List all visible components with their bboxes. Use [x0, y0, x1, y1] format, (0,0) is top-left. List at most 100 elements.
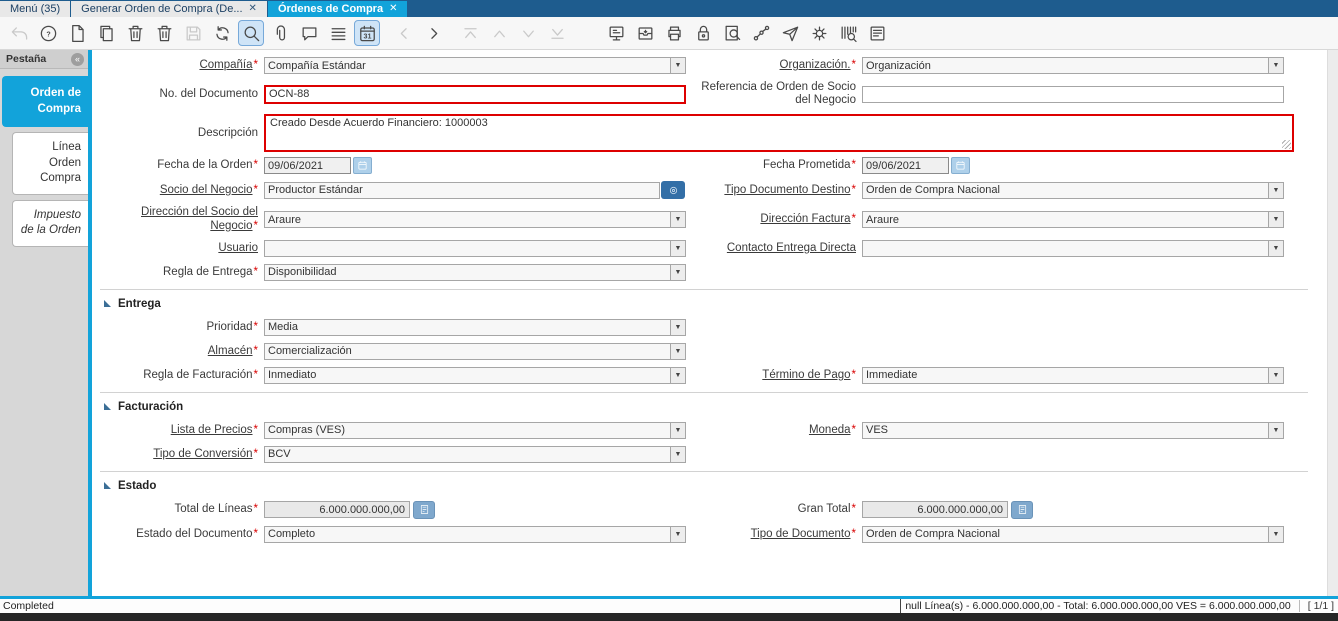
- delete-record-icon[interactable]: [122, 20, 148, 46]
- find-icon[interactable]: [238, 20, 264, 46]
- workflow-icon[interactable]: [748, 20, 774, 46]
- section-facturacion[interactable]: Facturación: [104, 401, 1308, 413]
- chevron-down-icon[interactable]: ▼: [1268, 423, 1283, 438]
- chevron-down-icon[interactable]: ▼: [670, 527, 685, 542]
- chevron-down-icon[interactable]: ▼: [670, 423, 685, 438]
- close-icon[interactable]: ✕: [249, 4, 257, 14]
- chevron-down-icon[interactable]: ▼: [670, 344, 685, 359]
- delete-selection-icon[interactable]: [151, 20, 177, 46]
- calendar-picker-icon[interactable]: [353, 157, 372, 174]
- prioridad-select[interactable]: Media▼: [264, 319, 686, 336]
- descripcion-textarea[interactable]: Creado Desde Acuerdo Financiero: 1000003: [264, 114, 1294, 152]
- socio-negocio-label[interactable]: Socio del Negocio*: [100, 184, 260, 197]
- section-estado[interactable]: Estado: [104, 480, 1308, 492]
- estado-documento-select[interactable]: Completo▼: [264, 526, 686, 543]
- chevron-down-icon[interactable]: ▼: [670, 447, 685, 462]
- tipo-conversion-label[interactable]: Tipo de Conversión*: [100, 448, 260, 461]
- direccion-socio-label[interactable]: Dirección del Socio del Negocio*: [100, 206, 260, 232]
- chevron-down-icon[interactable]: ▼: [1268, 58, 1283, 73]
- termino-pago-label[interactable]: Término de Pago*: [690, 369, 858, 382]
- gran-total-input[interactable]: 6.000.000.000,00: [862, 501, 1008, 518]
- collapse-sidebar-button[interactable]: «: [71, 53, 84, 66]
- usuario-select[interactable]: ▼: [264, 240, 686, 257]
- chevron-down-icon[interactable]: ▼: [1268, 368, 1283, 383]
- compania-select[interactable]: Compañía Estándar▼: [264, 57, 686, 74]
- chevron-down-icon[interactable]: ▼: [1268, 241, 1283, 256]
- tipo-conversion-select[interactable]: BCV▼: [264, 446, 686, 463]
- fecha-orden-label: Fecha de la Orden*: [100, 159, 260, 172]
- almacen-select[interactable]: Comercialización▼: [264, 343, 686, 360]
- direccion-socio-select[interactable]: Araure▼: [264, 211, 686, 228]
- section-entrega[interactable]: Entrega: [104, 298, 1308, 310]
- barcode-icon[interactable]: [835, 20, 861, 46]
- calendar-picker-icon[interactable]: [951, 157, 970, 174]
- lista-precios-label[interactable]: Lista de Precios*: [100, 424, 260, 437]
- send-icon[interactable]: [777, 20, 803, 46]
- fecha-orden-input[interactable]: 09/06/2021: [264, 157, 351, 174]
- direccion-factura-label[interactable]: Dirección Factura*: [690, 213, 858, 226]
- regla-entrega-select[interactable]: Disponibilidad▼: [264, 264, 686, 281]
- new-record-icon[interactable]: [64, 20, 90, 46]
- help-icon[interactable]: ?: [35, 20, 61, 46]
- moneda-select[interactable]: VES▼: [862, 422, 1284, 439]
- chevron-down-icon[interactable]: ▼: [1268, 527, 1283, 542]
- chevron-down-icon[interactable]: ▼: [670, 368, 685, 383]
- attachment-icon[interactable]: [267, 20, 293, 46]
- tab-ordenes-de-compra[interactable]: Órdenes de Compra ✕: [268, 1, 409, 17]
- referencia-orden-input[interactable]: [862, 86, 1284, 103]
- calendar-icon[interactable]: 31: [354, 20, 380, 46]
- contacto-entrega-label[interactable]: Contacto Entrega Directa: [690, 242, 858, 255]
- settings-icon[interactable]: [806, 20, 832, 46]
- compania-label[interactable]: Compañía*: [100, 59, 260, 72]
- no-documento-input[interactable]: OCN-88: [264, 85, 686, 104]
- almacen-label[interactable]: Almacén*: [100, 345, 260, 358]
- report-icon[interactable]: [603, 20, 629, 46]
- lista-precios-select[interactable]: Compras (VES)▼: [264, 422, 686, 439]
- total-lineas-label: Total de Líneas*: [100, 503, 260, 516]
- next-record-icon[interactable]: [420, 20, 446, 46]
- copy-record-icon[interactable]: [93, 20, 119, 46]
- chevron-down-icon[interactable]: ▼: [1268, 183, 1283, 198]
- up-record-icon: [486, 20, 512, 46]
- chevron-down-icon[interactable]: ▼: [670, 320, 685, 335]
- calculator-icon[interactable]: [413, 501, 435, 519]
- refresh-icon[interactable]: [209, 20, 235, 46]
- socio-negocio-input[interactable]: Productor Estándar: [264, 182, 660, 199]
- tipo-doc-destino-label[interactable]: Tipo Documento Destino*: [690, 184, 858, 197]
- log-icon[interactable]: [864, 20, 890, 46]
- vertical-scrollbar[interactable]: [1327, 50, 1338, 596]
- chat-icon[interactable]: [296, 20, 322, 46]
- grid-toggle-icon[interactable]: [325, 20, 351, 46]
- organizacion-label[interactable]: Organización.*: [690, 59, 858, 72]
- resize-handle[interactable]: [1282, 140, 1291, 149]
- termino-pago-select[interactable]: Immediate▼: [862, 367, 1284, 384]
- usuario-label[interactable]: Usuario: [100, 242, 260, 255]
- chevron-down-icon[interactable]: ▼: [670, 265, 685, 280]
- fecha-prometida-input[interactable]: 09/06/2021: [862, 157, 949, 174]
- tab-menu[interactable]: Menú (35): [0, 1, 71, 17]
- archive-icon[interactable]: [632, 20, 658, 46]
- sidebar-tab-impuesto-de-la-orden[interactable]: Impuesto de la Orden: [12, 200, 88, 247]
- chevron-down-icon[interactable]: ▼: [670, 241, 685, 256]
- regla-facturacion-select[interactable]: Inmediato▼: [264, 367, 686, 384]
- close-icon[interactable]: ✕: [389, 4, 397, 14]
- lock-icon[interactable]: [690, 20, 716, 46]
- organizacion-select[interactable]: Organización▼: [862, 57, 1284, 74]
- direccion-factura-select[interactable]: Araure▼: [862, 211, 1284, 228]
- moneda-label[interactable]: Moneda*: [690, 424, 858, 437]
- tipo-documento-select[interactable]: Orden de Compra Nacional▼: [862, 526, 1284, 543]
- print-icon[interactable]: [661, 20, 687, 46]
- zoom-across-icon[interactable]: [719, 20, 745, 46]
- tipo-documento-label[interactable]: Tipo de Documento*: [690, 528, 858, 541]
- chevron-down-icon[interactable]: ▼: [1268, 212, 1283, 227]
- chevron-down-icon[interactable]: ▼: [670, 212, 685, 227]
- contacto-entrega-select[interactable]: ▼: [862, 240, 1284, 257]
- sidebar-tab-linea-orden-compra[interactable]: Línea Orden Compra: [12, 132, 88, 195]
- tipo-doc-destino-select[interactable]: Orden de Compra Nacional▼: [862, 182, 1284, 199]
- chevron-down-icon[interactable]: ▼: [670, 58, 685, 73]
- business-partner-search-icon[interactable]: [661, 181, 685, 199]
- calculator-icon[interactable]: [1011, 501, 1033, 519]
- sidebar-tab-orden-de-compra[interactable]: Orden de Compra: [2, 76, 88, 127]
- tab-generar-orden-de-compra[interactable]: Generar Orden de Compra (De... ✕: [71, 1, 268, 17]
- total-lineas-input[interactable]: 6.000.000.000,00: [264, 501, 410, 518]
